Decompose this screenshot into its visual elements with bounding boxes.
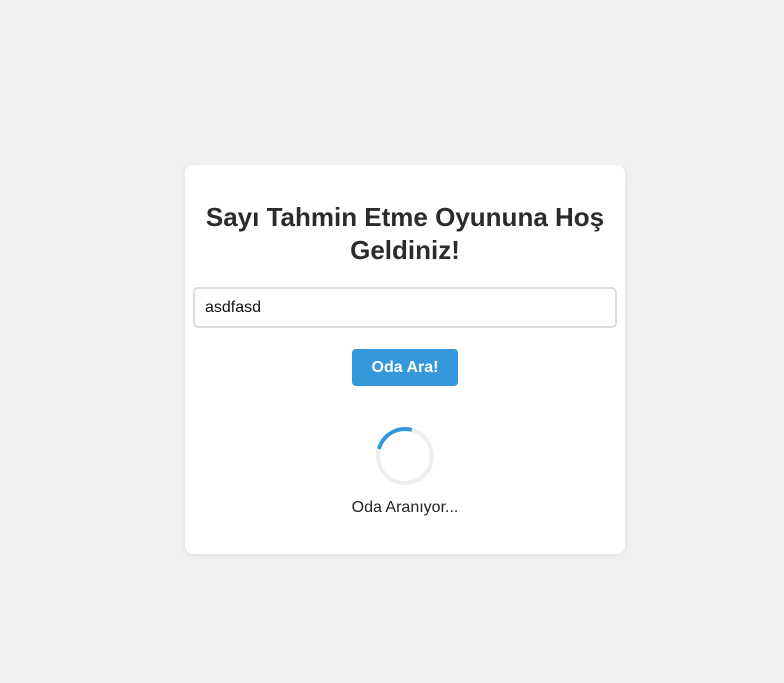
status-text: Oda Aranıyor... — [351, 499, 459, 516]
room-name-input[interactable] — [193, 287, 617, 328]
welcome-card: Sayı Tahmin Etme Oyununa Hoş Geldiniz! O… — [185, 165, 625, 554]
loading-spinner-icon — [365, 416, 445, 496]
search-room-button[interactable]: Oda Ara! — [352, 349, 458, 386]
page-title: Sayı Tahmin Etme Oyununa Hoş Geldiniz! — [205, 202, 605, 265]
